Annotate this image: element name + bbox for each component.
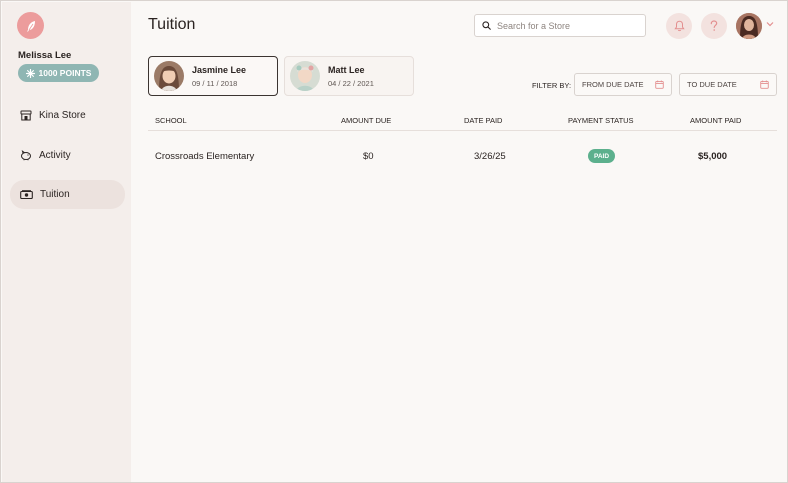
logo[interactable] <box>17 12 44 39</box>
child-photo-icon <box>154 61 184 91</box>
sidebar-item-label: Kina Store <box>39 110 86 121</box>
calendar-icon[interactable] <box>655 80 664 89</box>
student-name: Matt Lee <box>328 64 365 75</box>
to-due-date-placeholder: TO DUE DATE <box>687 80 737 89</box>
sidebar-item-activity[interactable]: Activity <box>10 141 125 170</box>
column-header-payment-status: PAYMENT STATUS <box>568 116 634 125</box>
from-due-date-input[interactable]: FROM DUE DATE <box>574 73 672 96</box>
piggy-bank-icon <box>21 150 31 161</box>
search-box[interactable] <box>474 14 646 37</box>
filter-label: FILTER BY: <box>532 81 572 90</box>
sidebar: Melissa Lee 1000 POINTS Kina Store Activ… <box>2 2 131 482</box>
chevron-down-icon[interactable] <box>766 21 774 27</box>
feather-icon <box>26 20 35 31</box>
points-label: 1000 POINTS <box>38 68 92 78</box>
sparkle-icon <box>25 68 35 78</box>
column-header-amount-paid: AMOUNT PAID <box>690 116 742 125</box>
app-window: Melissa Lee 1000 POINTS Kina Store Activ… <box>0 0 788 483</box>
page-title: Tuition <box>148 16 196 33</box>
student-dob: 09 / 11 / 2018 <box>192 78 238 88</box>
sidebar-item-label: Activity <box>39 150 71 161</box>
question-icon <box>710 20 718 31</box>
status-badge: PAID <box>588 149 615 163</box>
cell-amount-due: $0 <box>363 151 374 162</box>
user-name: Melissa Lee <box>18 50 72 61</box>
student-avatar <box>154 61 184 91</box>
student-dob: 04 / 22 / 2021 <box>328 78 374 88</box>
sidebar-item-tuition[interactable]: Tuition <box>10 180 125 209</box>
money-icon <box>20 189 33 199</box>
student-name: Jasmine Lee <box>192 64 247 75</box>
search-input[interactable] <box>497 20 637 31</box>
column-header-amount-due: AMOUNT DUE <box>341 116 392 125</box>
store-icon <box>20 110 32 121</box>
to-due-date-input[interactable]: TO DUE DATE <box>679 73 777 96</box>
column-header-school: SCHOOL <box>155 116 187 125</box>
student-card-matt[interactable]: Matt Lee 04 / 22 / 2021 <box>284 56 414 96</box>
from-due-date-placeholder: FROM DUE DATE <box>582 80 644 89</box>
cell-school: Crossroads Elementary <box>155 151 255 162</box>
cell-amount-paid: $5,000 <box>698 151 728 162</box>
points-badge[interactable]: 1000 POINTS <box>18 64 99 82</box>
search-icon <box>482 21 491 30</box>
table-divider <box>148 130 777 131</box>
student-avatar <box>290 61 320 91</box>
notifications-button[interactable] <box>666 13 692 39</box>
profile-photo-icon <box>736 13 762 39</box>
column-header-date-paid: DATE PAID <box>464 116 503 125</box>
calendar-icon[interactable] <box>760 80 769 89</box>
child-photo-icon <box>290 61 320 91</box>
cell-date-paid: 3/26/25 <box>474 151 506 162</box>
user-avatar[interactable] <box>736 13 762 39</box>
help-button[interactable] <box>701 13 727 39</box>
sidebar-item-label: Tuition <box>40 189 70 200</box>
bell-icon <box>673 20 685 32</box>
student-card-jasmine[interactable]: Jasmine Lee 09 / 11 / 2018 <box>148 56 278 96</box>
sidebar-item-kina-store[interactable]: Kina Store <box>10 101 125 130</box>
